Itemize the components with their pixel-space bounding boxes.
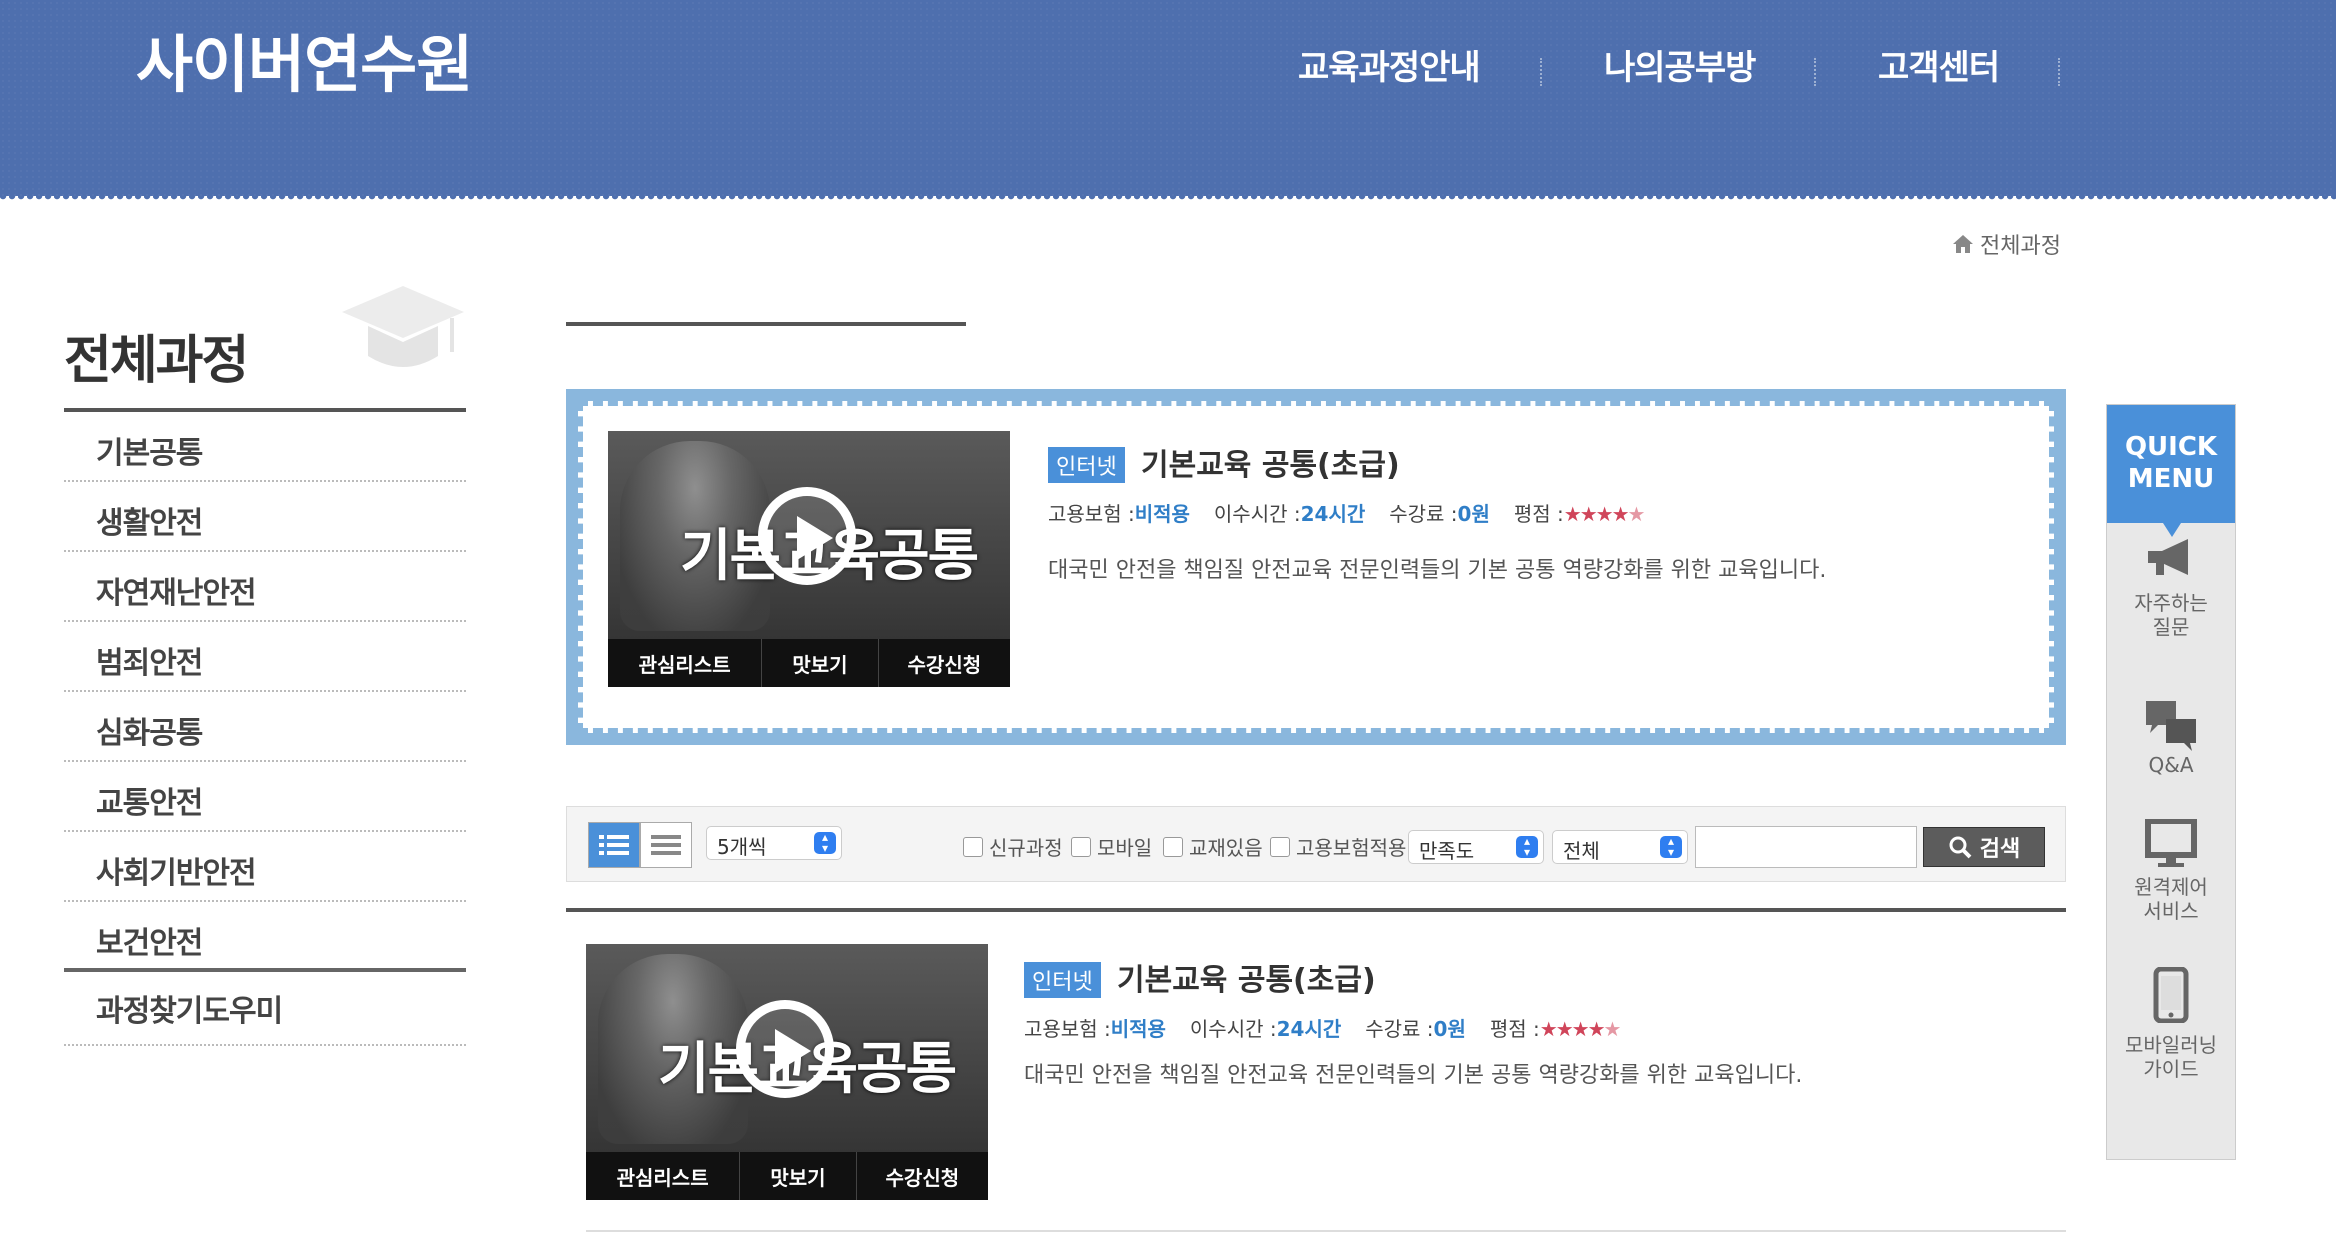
nav-separator xyxy=(1814,58,1818,86)
sidebar-item-basic-common[interactable]: 기본공통 xyxy=(64,412,466,482)
simple-view-button[interactable] xyxy=(640,822,692,868)
preview-button[interactable]: 맛보기 xyxy=(762,639,879,687)
sidebar-item-crime-safety[interactable]: 범죄안전 xyxy=(64,622,466,692)
nav-customer-center[interactable]: 고객센터 xyxy=(1878,40,2000,89)
chevron-updown-icon: ▴ ▾ xyxy=(1660,835,1682,858)
checkbox[interactable] xyxy=(963,836,983,857)
checkbox[interactable] xyxy=(1071,836,1091,857)
filter-has-textbook[interactable]: 교재있음 xyxy=(1163,832,1263,861)
search-input[interactable] xyxy=(1695,826,1917,868)
hours-field: 이수시간 :24시간 xyxy=(1213,502,1366,526)
smartphone-icon xyxy=(2144,966,2198,1024)
per-page-select[interactable]: 5개씩 ▴ ▾ xyxy=(706,826,842,860)
sidebar-item-life-safety[interactable]: 생활안전 xyxy=(64,482,466,552)
list-toolbar: 5개씩 ▴ ▾ 신규과정 모바일 교재있음 고용보험적용 만족도 ▴ ▾ 전체 ▴ ▾… xyxy=(566,806,2066,882)
chevron-updown-icon: ▴ ▾ xyxy=(1516,835,1538,858)
filter-mobile[interactable]: 모바일 xyxy=(1071,832,1152,861)
quick-menu: QUICK MENU 자주하는 질문 Q&A 원격제어 서비스 모바일러닝 가이드 xyxy=(2106,404,2236,1160)
enroll-button[interactable]: 수강신청 xyxy=(879,639,1010,687)
play-icon[interactable] xyxy=(758,487,856,585)
insurance-field: 고용보험 :비적용 xyxy=(1048,502,1190,526)
filter-new-course[interactable]: 신규과정 xyxy=(963,832,1063,861)
course-description: 대국민 안전을 책임질 안전교육 전문인력들의 기본 공통 역량강화를 위한 교… xyxy=(1024,1063,1803,1088)
detail-view-button[interactable] xyxy=(588,822,640,868)
hours-field: 이수시간 :24시간 xyxy=(1189,1017,1342,1041)
course-title[interactable]: 기본교육 공통(초급) xyxy=(1141,440,1400,484)
section-title-underline xyxy=(566,322,966,326)
sidebar-item-label: 사회기반안전 xyxy=(96,856,257,891)
rating-stars: ★★★★★ xyxy=(1563,502,1646,526)
sidebar-item-health-safety[interactable]: 보건안전 xyxy=(64,902,466,972)
course-meta: 고용보험 :비적용 이수시간 :24시간 수강료 :0원 평점 :★★★★★ xyxy=(1048,498,1646,527)
nav-separator xyxy=(1540,58,1544,86)
sidebar-item-label: 범죄안전 xyxy=(96,646,203,681)
insurance-field: 고용보험 :비적용 xyxy=(1024,1017,1166,1041)
course-title[interactable]: 기본교육 공통(초급) xyxy=(1117,955,1376,999)
breadcrumb-current[interactable]: 전체과정 xyxy=(1980,228,2061,260)
sidebar-item-advanced-common[interactable]: 심화공통 xyxy=(64,692,466,762)
sidebar-item-traffic-safety[interactable]: 교통안전 xyxy=(64,762,466,832)
quick-menu-faq[interactable]: 자주하는 질문 xyxy=(2107,535,2235,639)
nav-course-info[interactable]: 교육과정안내 xyxy=(1298,40,1481,89)
quick-menu-remote-support[interactable]: 원격제어 서비스 xyxy=(2107,818,2235,923)
sidebar-item-course-finder[interactable]: 과정찾기도우미 xyxy=(64,978,466,1046)
course-thumbnail[interactable]: 기본교육공통 관심리스트 맛보기 수강신청 xyxy=(586,944,988,1200)
quick-menu-header: QUICK MENU xyxy=(2107,405,2235,537)
wishlist-button[interactable]: 관심리스트 xyxy=(608,639,763,687)
sidebar-item-label: 과정찾기도우미 xyxy=(96,994,283,1029)
sidebar-item-label: 보건안전 xyxy=(96,926,203,961)
graduation-cap-icon xyxy=(342,286,464,367)
enroll-button[interactable]: 수강신청 xyxy=(857,1152,988,1200)
sidebar-item-label: 자연재난안전 xyxy=(96,576,257,611)
preview-button[interactable]: 맛보기 xyxy=(740,1152,857,1200)
sidebar-item-natural-disaster[interactable]: 자연재난안전 xyxy=(64,552,466,622)
sidebar-item-label: 생활안전 xyxy=(96,506,203,541)
rating-field: 평점 :★★★★★ xyxy=(1513,502,1646,526)
site-logo[interactable]: 사이버연수원 xyxy=(136,14,473,104)
search-button[interactable]: 검색 xyxy=(1923,827,2045,867)
nav-my-study-room[interactable]: 나의공부방 xyxy=(1604,40,1756,89)
sort-select[interactable]: 만족도 ▴ ▾ xyxy=(1408,830,1544,864)
play-icon[interactable] xyxy=(736,1000,834,1098)
course-thumbnail[interactable]: 기본교육공통 관심리스트 맛보기 수강신청 xyxy=(608,431,1010,687)
quick-menu-qna[interactable]: Q&A xyxy=(2107,697,2235,777)
monitor-icon xyxy=(2144,818,2198,867)
megaphone-icon xyxy=(2144,535,2198,581)
list-view-icon xyxy=(599,835,629,855)
header-scalloped-edge xyxy=(0,196,2336,202)
rating-stars: ★★★★★ xyxy=(1539,1017,1622,1041)
list-item-divider xyxy=(586,1230,2066,1232)
compact-list-icon xyxy=(651,835,681,855)
sidebar-item-label: 교통안전 xyxy=(96,786,203,821)
course-description: 대국민 안전을 책임질 안전교육 전문인력들의 기본 공통 역량강화를 위한 교… xyxy=(1048,558,1827,583)
fee-field: 수강료 :0원 xyxy=(1389,502,1490,526)
search-button-label: 검색 xyxy=(1979,837,2021,862)
checkbox[interactable] xyxy=(1270,836,1290,857)
nav-separator xyxy=(2058,58,2062,86)
featured-course-card: 기본교육공통 관심리스트 맛보기 수강신청 인터넷 기본교육 공통(초급) 고용… xyxy=(566,389,2066,745)
category-value: 전체 xyxy=(1563,839,1600,863)
list-item: 기본교육공통 관심리스트 맛보기 수강신청 인터넷 기본교육 공통(초급) 고용… xyxy=(566,912,2066,1230)
chevron-updown-icon: ▴ ▾ xyxy=(814,831,836,854)
sort-value: 만족도 xyxy=(1419,839,1475,863)
sidebar-item-infrastructure-safety[interactable]: 사회기반안전 xyxy=(64,832,466,902)
checkbox[interactable] xyxy=(1163,836,1183,857)
sidebar-item-label: 기본공통 xyxy=(96,436,203,471)
quick-menu-mobile-guide[interactable]: 모바일러닝 가이드 xyxy=(2107,966,2235,1081)
chat-bubbles-icon xyxy=(2144,697,2198,751)
course-type-badge: 인터넷 xyxy=(1048,447,1125,483)
sidebar-item-label: 심화공통 xyxy=(96,716,203,751)
wishlist-button[interactable]: 관심리스트 xyxy=(586,1152,741,1200)
course-type-badge: 인터넷 xyxy=(1024,962,1101,998)
category-select[interactable]: 전체 ▴ ▾ xyxy=(1552,830,1688,864)
rating-field: 평점 :★★★★★ xyxy=(1489,1017,1622,1041)
fee-field: 수강료 :0원 xyxy=(1365,1017,1466,1041)
filter-employment-insurance[interactable]: 고용보험적용 xyxy=(1270,832,1406,861)
sidebar-title: 전체과정 xyxy=(64,331,249,391)
search-icon xyxy=(1949,836,1972,859)
home-icon[interactable] xyxy=(1952,234,1974,254)
breadcrumb: 전체과정 xyxy=(1952,228,2061,260)
per-page-value: 5개씩 xyxy=(717,835,767,859)
course-meta: 고용보험 :비적용 이수시간 :24시간 수강료 :0원 평점 :★★★★★ xyxy=(1024,1013,1622,1042)
